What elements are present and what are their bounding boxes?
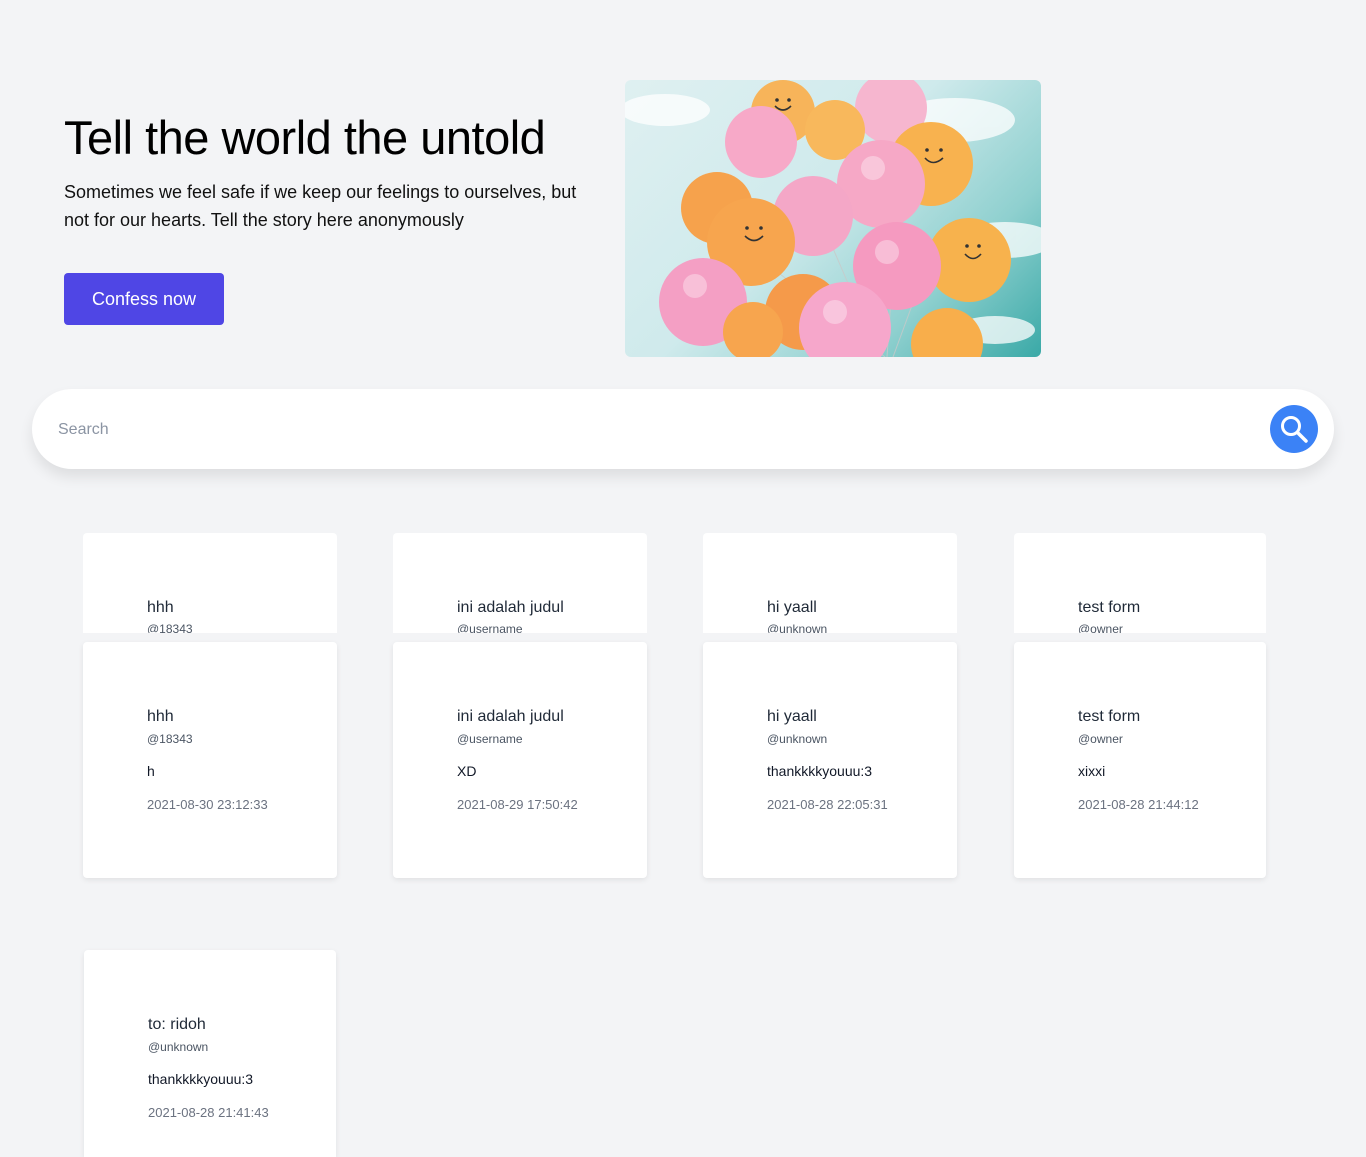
card-title: test form <box>1078 599 1141 616</box>
card-title: test form <box>1078 708 1141 725</box>
card-message: thankkkkyouuu:3 <box>767 763 873 779</box>
card-message: h <box>147 763 155 779</box>
confession-card[interactable]: test form @owner <box>1014 533 1266 633</box>
search-icon <box>1281 416 1308 443</box>
card-message: XD <box>457 763 477 779</box>
card-message: thankkkkyouuu:3 <box>148 1071 254 1087</box>
search-bar <box>32 389 1334 469</box>
card-username: @username <box>457 622 523 633</box>
card-title: to: ridoh <box>148 1016 206 1033</box>
card-username: @owner <box>1078 732 1123 746</box>
confession-card[interactable]: test form @owner xixxi 2021-08-28 21:44:… <box>1014 642 1266 878</box>
card-username: @unknown <box>767 622 828 633</box>
card-title: hhh <box>147 708 174 725</box>
card-title: ini adalah judul <box>457 599 564 616</box>
hero-title: Tell the world the untold <box>64 111 546 164</box>
card-title: hi yaall <box>767 599 817 616</box>
search-button[interactable] <box>1270 405 1318 453</box>
card-timestamp: 2021-08-28 21:41:43 <box>148 1105 269 1120</box>
card-timestamp: 2021-08-28 22:05:31 <box>767 797 888 812</box>
search-input[interactable] <box>56 409 1260 451</box>
card-username: @18343 <box>147 732 193 746</box>
confession-card[interactable]: hi yaall @unknown thankkkkyouuu:3 2021-0… <box>703 642 957 878</box>
card-message: xixxi <box>1078 763 1106 779</box>
hero-balloons-image <box>625 80 1041 357</box>
card-username: @unknown <box>148 1040 209 1054</box>
card-timestamp: 2021-08-28 21:44:12 <box>1078 797 1199 812</box>
card-username: @18343 <box>147 622 193 633</box>
card-timestamp: 2021-08-30 23:12:33 <box>147 797 268 812</box>
balloons-illustration <box>625 80 1041 357</box>
card-title: ini adalah judul <box>457 708 564 725</box>
confession-card[interactable]: hi yaall @unknown <box>703 533 957 633</box>
confession-card[interactable]: ini adalah judul @username <box>393 533 647 633</box>
card-title: hi yaall <box>767 708 817 725</box>
confession-card[interactable]: hhh @18343 <box>83 533 337 633</box>
card-username: @owner <box>1078 622 1123 633</box>
card-username: @username <box>457 732 523 746</box>
confess-now-button[interactable]: Confess now <box>64 273 224 325</box>
hero-subtitle: Sometimes we feel safe if we keep our fe… <box>64 182 577 230</box>
confession-card[interactable]: ini adalah judul @username XD 2021-08-29… <box>393 642 647 878</box>
card-title: hhh <box>147 599 174 616</box>
card-timestamp: 2021-08-29 17:50:42 <box>457 797 578 812</box>
confession-card[interactable]: hhh @18343 h 2021-08-30 23:12:33 <box>83 642 337 878</box>
card-username: @unknown <box>767 732 828 746</box>
confession-card[interactable]: to: ridoh @unknown thankkkkyouuu:3 2021-… <box>84 950 336 1157</box>
